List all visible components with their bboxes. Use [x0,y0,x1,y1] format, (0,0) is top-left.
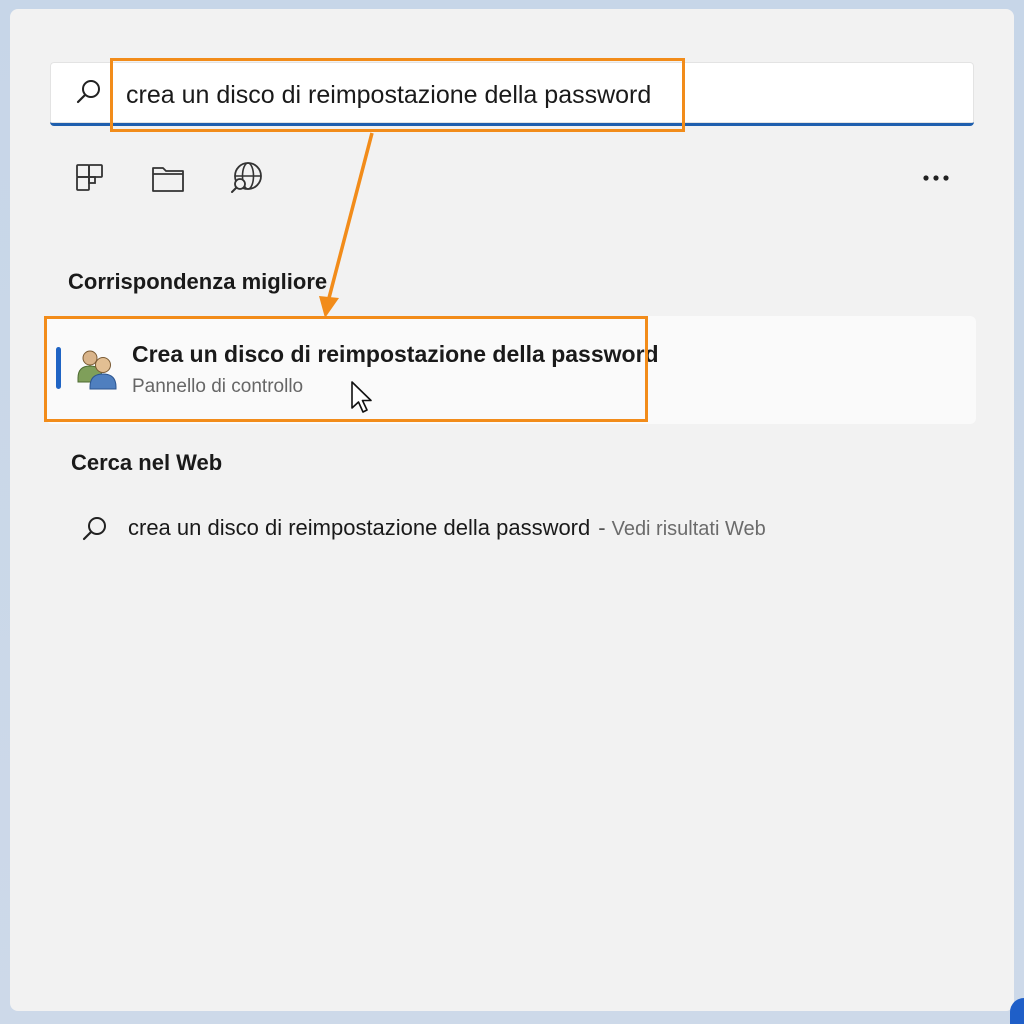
search-icon [76,80,100,104]
mouse-cursor-icon [351,381,372,413]
best-match-title: Crea un disco di reimpostazione della pa… [132,341,659,367]
web-separator: - [598,515,606,540]
documents-filter-button[interactable] [148,158,188,198]
selection-indicator [56,347,61,389]
globe-search-icon [231,162,262,193]
folder-icon [152,167,184,192]
web-search-query: crea un disco di reimpostazione della pa… [128,515,591,540]
best-match-subtitle: Pannello di controllo [132,376,304,397]
web-filter-button[interactable] [227,158,267,198]
users-icon [77,350,117,390]
apps-filter-button[interactable] [70,158,110,198]
search-input[interactable] [126,78,746,112]
web-search-result[interactable]: crea un disco di reimpostazione della pa… [128,515,766,541]
see-web-results-label: Vedi risultati Web [611,518,766,540]
apps-grid-icon [76,164,103,191]
search-icon [82,517,106,541]
more-options-button[interactable] [916,164,956,192]
web-search-heading: Cerca nel Web [71,450,223,475]
best-match-heading: Corrispondenza migliore [68,269,328,294]
best-match-result[interactable] [46,316,976,424]
